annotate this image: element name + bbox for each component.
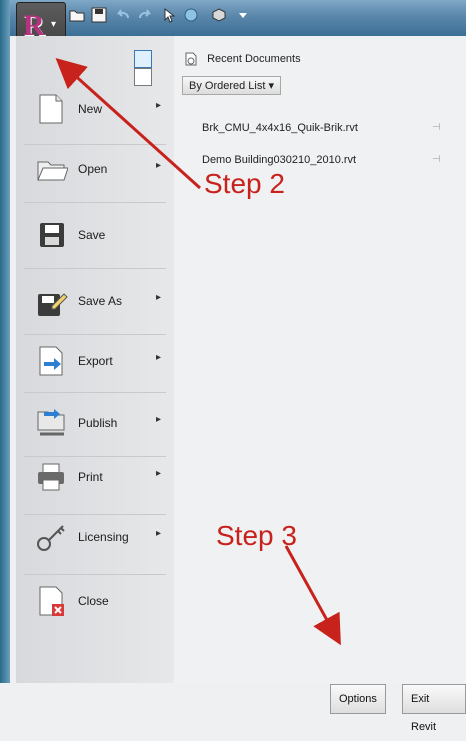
application-window: R ▾ A New ▸ Open ▸ (0, 0, 466, 733)
step-2-arrow (55, 57, 202, 190)
options-button[interactable]: Options (330, 684, 386, 714)
annotation-arrows (55, 57, 341, 646)
exit-revit-button[interactable]: Exit Revit (402, 684, 466, 733)
step-3-arrow (284, 545, 341, 646)
